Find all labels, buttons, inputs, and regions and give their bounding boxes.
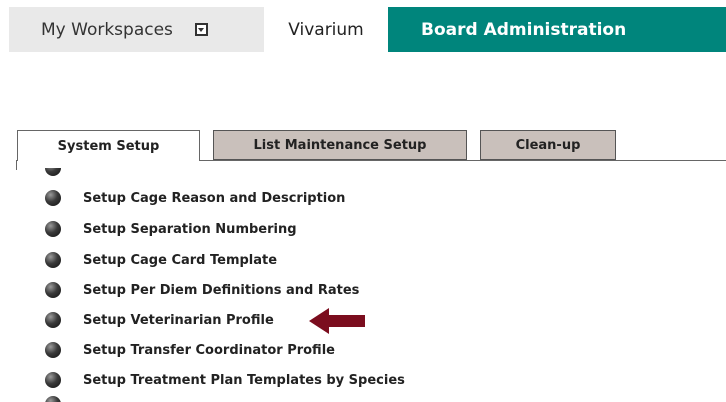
top-navigation: My Workspaces Vivarium Board Administrat… (9, 7, 726, 52)
tab-clean-up[interactable]: Clean-up (480, 130, 616, 160)
dropdown-icon[interactable] (194, 23, 208, 36)
list-item-label: Setup Separation Numbering (83, 221, 297, 237)
bullet-icon (45, 252, 61, 268)
bullet-icon (45, 342, 61, 358)
list-item-label: Setup Cage Reason and Description (83, 190, 346, 206)
list-item-cage-card-template[interactable]: Setup Cage Card Template (45, 250, 277, 270)
list-item-label: Setup Transfer Coordinator Profile (83, 342, 335, 358)
my-workspaces-menu[interactable]: My Workspaces (9, 7, 264, 52)
bullet-icon (45, 221, 61, 237)
list-item-label: Setup Veterinarian Profile (83, 312, 274, 328)
list-item-cage-reason[interactable]: Setup Cage Reason and Description (45, 188, 345, 208)
tab-list-maintenance-setup-label: List Maintenance Setup (253, 137, 427, 153)
list-item-label: Setup Treatment Plan Templates by Specie… (83, 372, 405, 388)
bullet-icon (45, 282, 61, 298)
list-item-partial-bottom[interactable] (45, 394, 61, 402)
arrow-left-icon (309, 308, 365, 334)
tab-system-setup[interactable]: System Setup (17, 130, 200, 161)
bullet-icon (45, 396, 61, 402)
setup-list[interactable]: Setup Cage Reason and Description Setup … (0, 168, 726, 402)
bullet-icon (45, 312, 61, 328)
list-item-transfer-coordinator[interactable]: Setup Transfer Coordinator Profile (45, 340, 335, 360)
my-workspaces-label: My Workspaces (41, 19, 173, 40)
bullet-icon (45, 190, 61, 206)
board-administration-tab[interactable]: Board Administration (388, 7, 726, 52)
tab-list-maintenance-setup[interactable]: List Maintenance Setup (213, 130, 467, 160)
page: My Workspaces Vivarium Board Administrat… (0, 0, 726, 402)
tab-system-setup-label: System Setup (57, 138, 160, 154)
list-item-label: Setup Cage Card Template (83, 252, 278, 268)
list-item-per-diem[interactable]: Setup Per Diem Definitions and Rates (45, 280, 359, 300)
list-item-veterinarian-profile[interactable]: Setup Veterinarian Profile (45, 310, 274, 330)
board-administration-label: Board Administration (421, 19, 627, 40)
vivarium-label: Vivarium (288, 19, 364, 40)
vivarium-tab[interactable]: Vivarium (264, 7, 388, 52)
list-item-partial-top[interactable] (45, 168, 61, 178)
list-item-separation-numbering[interactable]: Setup Separation Numbering (45, 219, 297, 239)
bullet-icon (45, 168, 61, 176)
bullet-icon (45, 372, 61, 388)
tab-clean-up-label: Clean-up (515, 137, 581, 153)
list-item-treatment-plan[interactable]: Setup Treatment Plan Templates by Specie… (45, 370, 405, 390)
list-item-label: Setup Per Diem Definitions and Rates (83, 282, 360, 298)
